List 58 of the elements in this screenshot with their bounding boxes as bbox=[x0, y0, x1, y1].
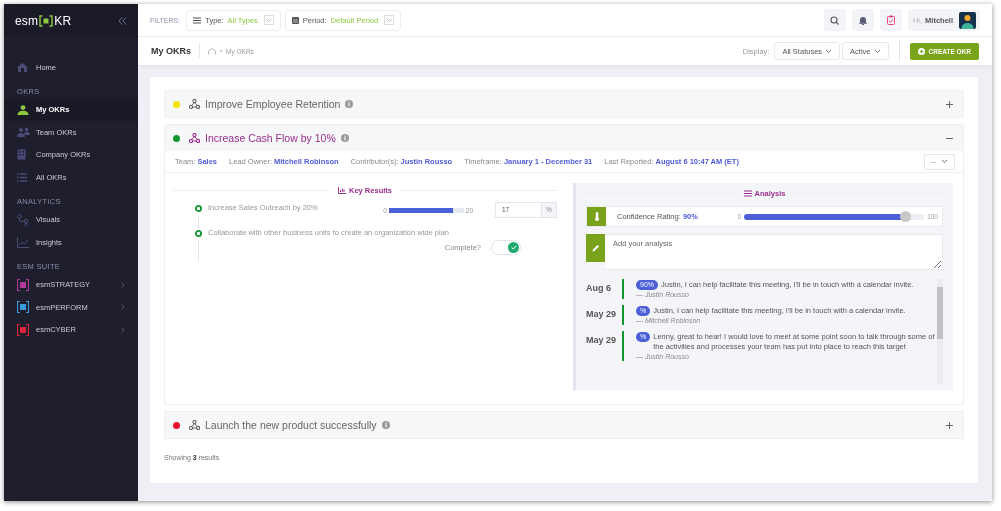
list-icon bbox=[17, 172, 27, 182]
plus-circle-icon bbox=[917, 47, 925, 55]
home-icon bbox=[17, 62, 28, 73]
chevron-down-icon bbox=[265, 17, 273, 23]
people-icon bbox=[17, 127, 30, 138]
line-chart-icon bbox=[17, 236, 29, 248]
info-icon bbox=[381, 421, 390, 429]
plus-icon[interactable] bbox=[946, 421, 953, 429]
bell-icon bbox=[858, 15, 867, 25]
tasks-button[interactable] bbox=[879, 9, 902, 31]
chevron-right-icon bbox=[121, 304, 125, 311]
hierarchy-icon bbox=[189, 99, 200, 109]
page-title: My OKRs bbox=[151, 44, 200, 58]
complete-toggle[interactable] bbox=[491, 240, 521, 255]
entry-date: Aug 6 bbox=[586, 282, 612, 295]
thermometer-icon bbox=[594, 212, 599, 221]
sliders-icon bbox=[743, 189, 752, 197]
hierarchy-icon bbox=[189, 420, 200, 430]
plus-icon[interactable] bbox=[946, 100, 953, 108]
slider-thumb[interactable] bbox=[900, 210, 912, 222]
objective-title[interactable]: Launch the new product successfully bbox=[205, 419, 377, 431]
notifications-button[interactable] bbox=[851, 9, 874, 31]
scrollbar[interactable] bbox=[937, 279, 943, 384]
info-icon bbox=[340, 134, 349, 142]
search-button[interactable] bbox=[823, 9, 846, 31]
chevron-down-icon bbox=[825, 48, 833, 54]
building-icon bbox=[17, 149, 26, 161]
bar-chart-icon bbox=[338, 186, 347, 194]
app-logo-icon bbox=[17, 301, 29, 314]
objective-title[interactable]: Increase Cash Flow by 10% bbox=[205, 132, 336, 144]
entry-date: May 29 bbox=[586, 334, 618, 347]
app-logo-icon bbox=[17, 278, 29, 291]
pencil-icon bbox=[591, 244, 600, 252]
chevron-down-icon bbox=[873, 48, 881, 54]
search-icon bbox=[830, 15, 840, 25]
hierarchy-icon bbox=[189, 133, 200, 143]
sliders-icon bbox=[193, 16, 202, 24]
app-logo-icon bbox=[17, 323, 29, 336]
clipboard-check-icon bbox=[886, 15, 895, 25]
logo-mark-icon bbox=[39, 14, 54, 27]
nodes-icon bbox=[17, 213, 29, 226]
logo-text: KR bbox=[54, 13, 72, 28]
objective-title[interactable]: Improve Employee Retention bbox=[205, 98, 341, 110]
chevron-right-icon bbox=[121, 326, 125, 333]
info-icon bbox=[345, 100, 354, 108]
milestone-icon bbox=[195, 205, 202, 212]
logo-text: esm bbox=[15, 13, 39, 28]
chevron-right-icon bbox=[121, 281, 125, 288]
avatar-icon bbox=[959, 11, 976, 29]
person-icon bbox=[17, 104, 29, 115]
entry-date: May 29 bbox=[586, 308, 618, 321]
calendar-icon bbox=[291, 16, 299, 24]
check-icon bbox=[510, 245, 517, 250]
collapse-icon[interactable] bbox=[118, 16, 127, 25]
chevron-down-icon bbox=[385, 17, 393, 23]
milestone-icon bbox=[195, 230, 202, 237]
minus-icon[interactable] bbox=[946, 137, 953, 139]
chevron-down-icon bbox=[941, 159, 948, 164]
